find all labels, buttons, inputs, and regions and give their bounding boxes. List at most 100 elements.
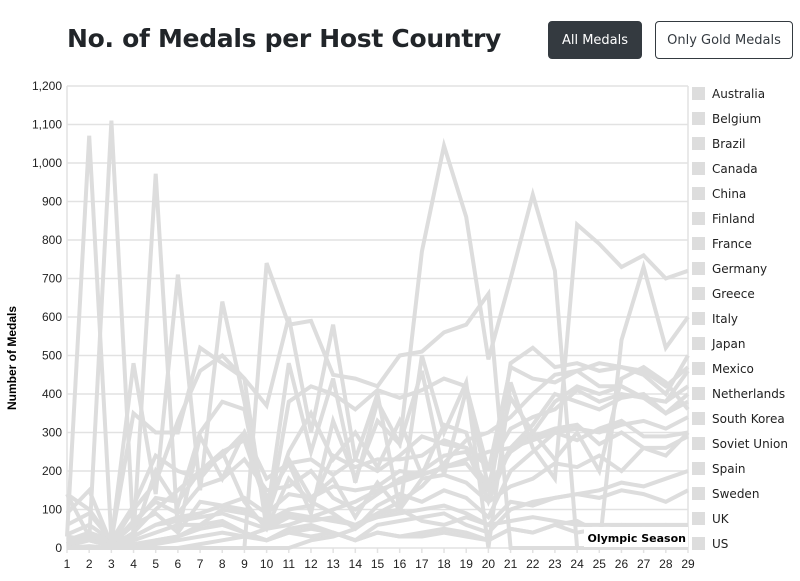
legend-item-france[interactable]: France [692, 237, 752, 251]
y-tick-label: 700 [42, 272, 62, 286]
legend-swatch [692, 387, 705, 400]
legend-item-spain[interactable]: Spain [692, 462, 746, 476]
legend-swatch [692, 437, 705, 450]
legend-swatch [692, 487, 705, 500]
x-tick-label: 10 [260, 557, 274, 571]
x-tick-label: 22 [526, 557, 540, 571]
y-tick-label: 600 [42, 310, 62, 324]
x-tick-label: 15 [371, 557, 385, 571]
x-tick-label: 3 [108, 557, 115, 571]
legend-item-belgium[interactable]: Belgium [692, 112, 761, 126]
y-tick-label: 800 [42, 233, 62, 247]
y-tick-label: 0 [55, 541, 62, 555]
x-tick-label: 26 [615, 557, 629, 571]
y-tick-label: 300 [42, 426, 62, 440]
y-tick-label: 900 [42, 195, 62, 209]
legend-item-italy[interactable]: Italy [692, 312, 738, 326]
y-tick-label: 500 [42, 349, 62, 363]
legend-item-japan[interactable]: Japan [692, 337, 745, 351]
legend-label: Belgium [712, 112, 761, 126]
legend-swatch [692, 137, 705, 150]
legend-swatch [692, 187, 705, 200]
legend-swatch [692, 237, 705, 250]
legend-label: Greece [712, 287, 755, 301]
legend-item-finland[interactable]: Finland [692, 212, 755, 226]
legend-label: South Korea [712, 412, 785, 426]
legend-swatch [692, 162, 705, 175]
x-tick-label: 2 [86, 557, 93, 571]
legend-label: Canada [712, 162, 758, 176]
series-lines [65, 120, 690, 551]
x-axis: 1 2 3 4 5 6 7 8 9 10 11 12 13 14 15 16 17 18 19 20 21 22 23 24 2… [64, 548, 695, 571]
legend-item-us[interactable]: US [692, 537, 728, 551]
legend-swatch [692, 337, 705, 350]
legend-label: Germany [712, 262, 767, 276]
legend-label: France [712, 237, 752, 251]
x-tick-label: 29 [681, 557, 695, 571]
legend-item-brazil[interactable]: Brazil [692, 137, 746, 151]
legend-swatch [692, 312, 705, 325]
x-tick-label: 23 [548, 557, 562, 571]
legend-label: Finland [712, 212, 755, 226]
x-tick-label: 13 [326, 557, 340, 571]
legend-item-netherlands[interactable]: Netherlands [692, 387, 785, 401]
y-tick-label: 400 [42, 387, 62, 401]
legend-label: Italy [712, 312, 738, 326]
x-tick-label: 17 [415, 557, 429, 571]
legend-swatch [692, 537, 705, 550]
x-tick-label: 7 [197, 557, 204, 571]
y-tick-label: 100 [42, 503, 62, 517]
x-tick-label: 14 [349, 557, 363, 571]
legend-item-canada[interactable]: Canada [692, 162, 758, 176]
legend-item-mexico[interactable]: Mexico [692, 362, 754, 376]
x-tick-label: 21 [504, 557, 518, 571]
y-axis-title: Number of Medals [5, 306, 19, 410]
legend-item-china[interactable]: China [692, 187, 746, 201]
legend: Australia Belgium Brazil Canada China Finland… [692, 87, 788, 551]
x-tick-label: 1 [64, 557, 71, 571]
y-axis: 0 100 200 300 400 500 600 700 800 900 1,000 1,100 1,… [32, 79, 62, 555]
x-tick-label: 25 [593, 557, 607, 571]
legend-swatch [692, 287, 705, 300]
legend-label: Australia [712, 87, 765, 101]
y-tick-label: 1,000 [32, 156, 62, 170]
legend-swatch [692, 362, 705, 375]
legend-label: Netherlands [712, 387, 785, 401]
legend-item-uk[interactable]: UK [692, 512, 730, 526]
legend-label: Soviet Union [712, 437, 788, 451]
x-tick-label: 19 [460, 557, 474, 571]
legend-swatch [692, 87, 705, 100]
x-tick-label: 5 [152, 557, 159, 571]
legend-swatch [692, 212, 705, 225]
legend-item-greece[interactable]: Greece [692, 287, 755, 301]
legend-label: US [712, 537, 728, 551]
x-tick-label: 20 [482, 557, 496, 571]
x-tick-label: 18 [437, 557, 451, 571]
legend-label: UK [712, 512, 730, 526]
y-tick-label: 200 [42, 464, 62, 478]
legend-label: Spain [712, 462, 746, 476]
legend-swatch [692, 462, 705, 475]
x-tick-label: 16 [393, 557, 407, 571]
x-tick-label: 24 [570, 557, 584, 571]
legend-item-south-korea[interactable]: South Korea [692, 412, 785, 426]
legend-item-sweden[interactable]: Sweden [692, 487, 759, 501]
x-tick-label: 6 [175, 557, 182, 571]
y-tick-label: 1,200 [32, 79, 62, 93]
x-tick-label: 11 [283, 557, 296, 571]
x-tick-label: 12 [304, 557, 318, 571]
legend-item-australia[interactable]: Australia [692, 87, 765, 101]
legend-swatch [692, 512, 705, 525]
x-axis-title: Olympic Season [588, 532, 687, 545]
legend-label: China [712, 187, 746, 201]
legend-swatch [692, 262, 705, 275]
x-tick-label: 8 [219, 557, 226, 571]
legend-label: Sweden [712, 487, 759, 501]
legend-swatch [692, 412, 705, 425]
legend-label: Mexico [712, 362, 754, 376]
legend-label: Japan [711, 337, 745, 351]
x-tick-label: 27 [637, 557, 651, 571]
x-tick-label: 9 [241, 557, 248, 571]
legend-item-soviet-union[interactable]: Soviet Union [692, 437, 788, 451]
legend-item-germany[interactable]: Germany [692, 262, 767, 276]
